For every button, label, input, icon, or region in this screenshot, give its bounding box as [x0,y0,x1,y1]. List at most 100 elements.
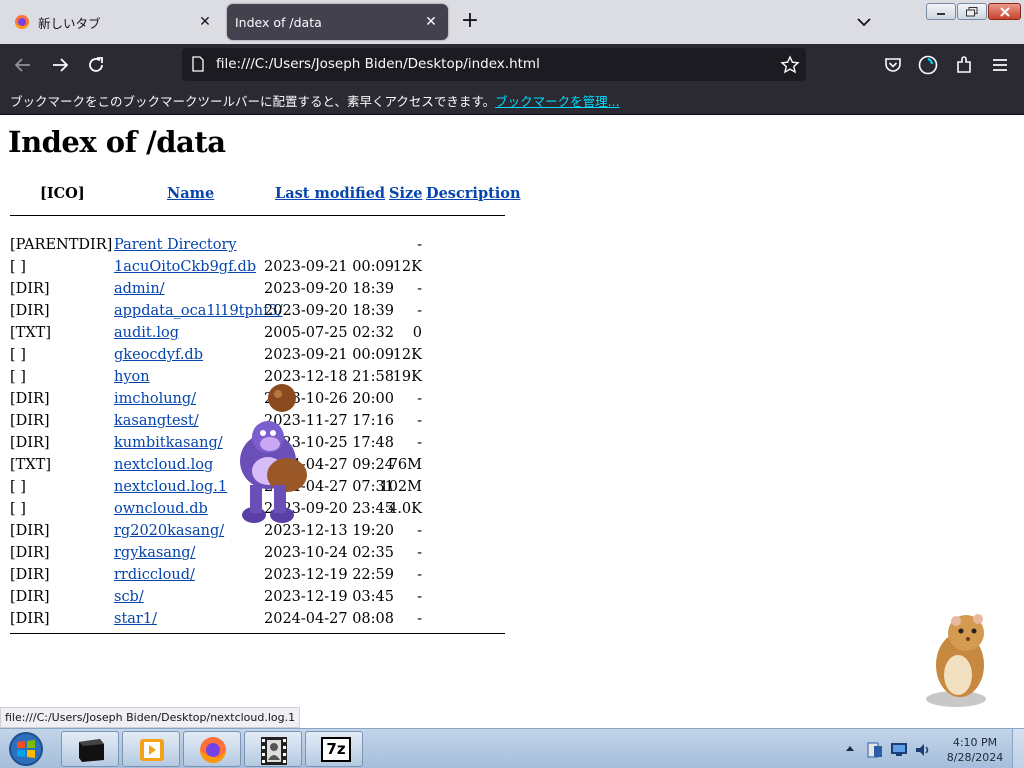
header-last-modified[interactable]: Last modified [275,185,385,202]
row-size: - [417,237,422,253]
row-size: - [417,589,422,605]
action-center-icon[interactable] [866,741,884,759]
row-name-link[interactable]: scb/ [114,589,144,605]
row-icon-label: [DIR] [10,589,50,605]
terminal-app-button[interactable] [61,731,119,767]
clock-time: 4:10 PM [952,736,998,749]
firefox-icon [200,737,226,763]
media-player-app-button[interactable] [122,731,180,767]
row-size: 76M [388,457,422,473]
row-name-link[interactable]: rg2020kasang/ [114,523,224,539]
row-size: - [417,435,422,451]
forward-arrow-icon[interactable] [49,54,71,76]
show-desktop-button[interactable] [1012,729,1024,768]
row-name-link[interactable]: appdata_oca1l19tphf3/ [114,303,283,319]
reload-icon[interactable] [85,54,107,76]
row-size: - [417,545,422,561]
manage-bookmarks-link[interactable]: ブックマークを管理... [495,94,619,109]
row-name-link[interactable]: admin/ [114,281,165,297]
row-size: - [417,303,422,319]
close-tab-icon[interactable]: ✕ [422,14,440,30]
row-size: 4.0K [388,501,422,517]
purple-gorilla-icon [240,384,307,523]
tab-index-of-data[interactable]: Index of /data ✕ [227,4,448,40]
7zip-app-button[interactable]: 7z [305,731,363,767]
row-name-link[interactable]: star1/ [114,611,157,627]
show-hidden-icons-icon[interactable] [845,744,855,752]
footer-divider [10,633,505,634]
row-icon-label: [DIR] [10,413,50,429]
volume-icon[interactable] [914,741,932,759]
row-size: 102M [379,479,422,495]
row-icon-label: [TXT] [10,457,51,473]
network-icon[interactable] [890,741,908,757]
header-size[interactable]: Size [389,185,422,202]
new-tab-button[interactable]: + [458,10,482,34]
row-name-link[interactable]: gkeocdyf.db [114,347,203,363]
restore-button[interactable] [957,3,987,20]
row-icon-label: [DIR] [10,303,50,319]
header-divider [10,215,505,216]
bookmark-star-icon[interactable] [780,55,800,75]
row-size: - [417,567,422,583]
clock[interactable]: 4:10 PM 8/28/2024 [940,735,1010,765]
row-icon-label: [DIR] [10,391,50,407]
row-size: 19K [392,369,422,385]
row-icon-label: [TXT] [10,325,51,341]
header-description[interactable]: Description [426,185,521,202]
close-tab-icon[interactable]: ✕ [196,14,214,30]
row-name-link[interactable]: imcholung/ [114,391,196,407]
pocket-icon[interactable] [882,54,904,76]
firefox-app-button[interactable] [183,731,241,767]
row-icon-label: [ ] [10,369,26,385]
page-content: Index of /data [ICO] Name Last modified … [0,115,1024,728]
extensions-icon[interactable] [953,54,975,76]
menu-icon[interactable] [989,54,1011,76]
account-icon[interactable] [917,54,939,76]
page-title: Index of /data [8,125,226,159]
header-name[interactable]: Name [167,185,214,202]
row-size: - [417,611,422,627]
restore-icon [966,6,978,16]
bookmarks-message: ブックマークをこのブックマークツールバーに配置すると、素早くアクセスできます。 [10,94,496,109]
row-name-link[interactable]: rgykasang/ [114,545,195,561]
row-icon-label: [DIR] [10,611,50,627]
row-icon-label: [ ] [10,479,26,495]
tab-new-tab[interactable]: 新しいタブ ✕ [6,4,222,40]
row-icon-label: [PARENTDIR] [10,237,113,253]
row-name-link[interactable]: owncloud.db [114,501,208,517]
minimize-icon [937,12,945,15]
back-arrow-icon[interactable] [12,54,34,76]
start-orb-icon[interactable] [3,730,49,768]
row-icon-label: [DIR] [10,435,50,451]
close-window-button[interactable] [988,3,1021,20]
row-name-link[interactable]: rrdiccloud/ [114,567,195,583]
row-name-link[interactable]: nextcloud.log [114,457,213,473]
row-name-link[interactable]: Parent Directory [114,237,237,253]
row-icon-label: [ ] [10,259,26,275]
hamster-icon [926,614,986,707]
minimize-button[interactable] [926,3,956,20]
row-name-link[interactable]: kumbitkasang/ [114,435,223,451]
row-name-link[interactable]: kasangtest/ [114,413,199,429]
row-icon-label: [DIR] [10,281,50,297]
row-name-link[interactable]: 1acuOitoCkb9gf.db [114,259,256,275]
tab-title: 新しいタブ [38,15,101,31]
row-name-link[interactable]: audit.log [114,325,179,341]
row-size: 0 [412,325,422,341]
7zip-icon: 7z [321,737,351,762]
url-text[interactable]: file:///C:/Users/Joseph Biden/Desktop/in… [216,56,540,72]
chevron-down-icon[interactable] [854,12,874,32]
filmstrip-icon [261,737,287,765]
row-size: 12K [392,259,422,275]
link-status-bar: file:///C:/Users/Joseph Biden/Desktop/ne… [0,707,301,728]
row-icon-label: [DIR] [10,545,50,561]
row-name-link[interactable]: hyon [114,369,150,385]
terminal-icon [79,739,104,762]
row-size: - [417,281,422,297]
row-icon-label: [DIR] [10,523,50,539]
row-name-link[interactable]: nextcloud.log.1 [114,479,227,495]
row-icon-label: [ ] [10,501,26,517]
row-icon-label: [ ] [10,347,26,363]
filmstrip-app-button[interactable] [244,731,302,767]
